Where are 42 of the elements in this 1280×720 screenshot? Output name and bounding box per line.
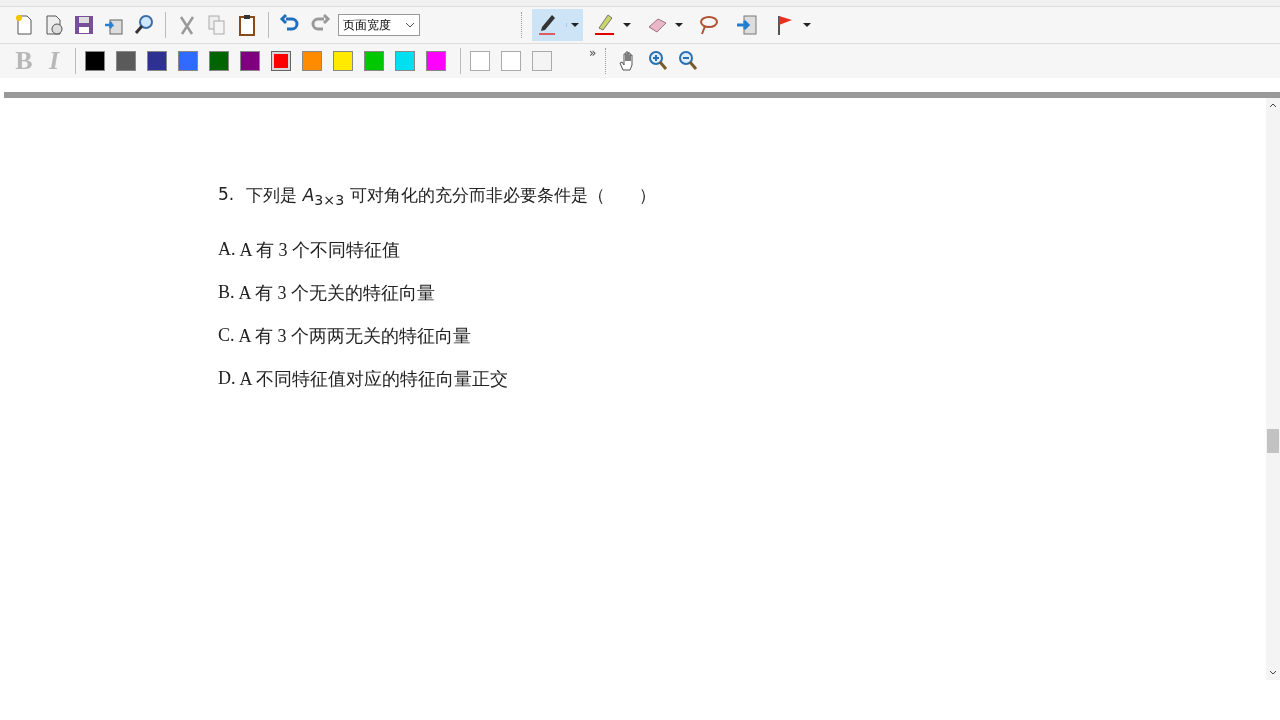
color-swatch[interactable]	[116, 51, 136, 71]
question-text: 下列是 A$_{3×3}$ 可对角化的充分而非必要条件是（ ）	[246, 184, 656, 211]
overflow-button[interactable]: »	[589, 46, 597, 60]
color-swatch[interactable]	[240, 51, 260, 71]
scrollbar-thumb[interactable]	[1267, 429, 1279, 453]
color-swatch[interactable]	[147, 51, 167, 71]
color-swatch[interactable]	[426, 51, 446, 71]
custom-color-swatch[interactable]	[532, 51, 552, 71]
caret-icon	[623, 23, 631, 27]
option-text: A 有 3 个无关的特征向量	[238, 281, 436, 305]
zoom-select[interactable]: 页面宽度	[338, 14, 420, 36]
document-arrow-icon	[735, 13, 759, 37]
scroll-down-icon[interactable]	[1269, 670, 1277, 675]
question-number: 5.	[218, 184, 235, 206]
color-swatch[interactable]	[85, 51, 105, 71]
color-swatch[interactable]	[271, 51, 291, 71]
search-icon[interactable]	[132, 13, 156, 37]
custom-color-swatch[interactable]	[501, 51, 521, 71]
option-text: A 有 3 个两两无关的特征向量	[238, 324, 472, 348]
caret-icon	[675, 23, 683, 27]
option-label: B.	[218, 282, 235, 303]
custom-color-swatch[interactable]	[470, 51, 490, 71]
color-swatch[interactable]	[302, 51, 322, 71]
lasso-icon	[697, 13, 721, 37]
option-text: A 不同特征值对应的特征向量正交	[239, 367, 508, 391]
pen-tool-button[interactable]	[532, 9, 583, 41]
scroll-up-icon[interactable]	[1269, 103, 1277, 108]
highlighter-icon	[593, 13, 617, 37]
color-swatch[interactable]	[364, 51, 384, 71]
color-swatch[interactable]	[209, 51, 229, 71]
caret-icon	[803, 23, 811, 27]
chevron-down-icon	[405, 22, 415, 28]
color-swatch[interactable]	[178, 51, 198, 71]
option-label: C.	[218, 325, 235, 346]
option-text: A 有 3 个不同特征值	[239, 238, 400, 262]
caret-icon	[566, 23, 579, 27]
save-icon[interactable]	[72, 13, 96, 37]
vertical-scrollbar[interactable]	[1266, 98, 1280, 680]
color-swatch[interactable]	[395, 51, 415, 71]
option-label: D.	[218, 368, 236, 389]
option-label: A.	[218, 239, 236, 260]
color-swatch[interactable]	[333, 51, 353, 71]
